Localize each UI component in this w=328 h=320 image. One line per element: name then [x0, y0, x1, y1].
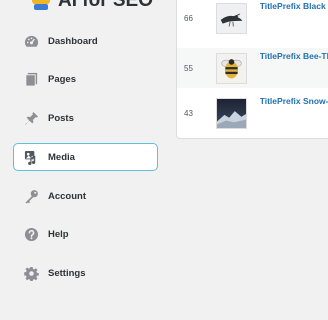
media-table: 66 TitlePrefix Black A 55 TitlePrefix Be… — [176, 0, 328, 139]
media-title-link[interactable]: TitlePrefix Black A — [260, 1, 328, 11]
bee-thumbnail[interactable] — [215, 52, 247, 84]
table-row[interactable]: 66 TitlePrefix Black A — [177, 0, 328, 38]
sidebar-item-label: Dashboard — [48, 35, 98, 47]
dashboard-icon — [24, 34, 39, 49]
sidebar-item-media[interactable]: Media — [13, 143, 158, 172]
sidebar-menu: Dashboard Pages Posts Media Account Help — [13, 27, 158, 299]
sidebar-item-settings[interactable]: Settings — [13, 260, 158, 288]
key-icon — [24, 189, 39, 204]
robot-logo-icon — [32, 0, 50, 10]
media-title-link[interactable]: TitlePrefix Bee-Th — [260, 51, 328, 61]
black-bird-thumbnail[interactable] — [215, 2, 247, 34]
sidebar-item-account[interactable]: Account — [13, 182, 158, 210]
media-title-link[interactable]: TitlePrefix Snow-C — [260, 96, 328, 106]
brand-name: AI for SEO — [58, 0, 154, 11]
sidebar-item-posts[interactable]: Posts — [13, 105, 158, 133]
media-icon — [24, 150, 39, 165]
sidebar-item-label: Help — [48, 229, 69, 241]
media-id: 66 — [184, 13, 193, 23]
pin-icon — [24, 111, 39, 126]
sidebar-item-dashboard[interactable]: Dashboard — [13, 27, 158, 55]
media-id: 43 — [184, 108, 193, 118]
snowy-mountain-thumbnail[interactable] — [215, 97, 247, 129]
sidebar-item-label: Settings — [48, 268, 86, 280]
table-row[interactable]: 43 TitlePrefix Snow-C — [177, 93, 328, 133]
brand: AI for SEO — [30, 0, 153, 11]
help-icon — [24, 227, 39, 242]
sidebar-item-label: Pages — [48, 74, 76, 86]
sidebar-item-label: Posts — [48, 113, 74, 125]
gear-icon — [24, 266, 39, 282]
table-row[interactable]: 55 TitlePrefix Bee-Th — [177, 48, 328, 88]
pages-icon — [24, 72, 39, 87]
sidebar-item-help[interactable]: Help — [13, 221, 158, 249]
sidebar-item-label: Account — [48, 190, 86, 202]
media-id: 55 — [184, 63, 193, 73]
sidebar-item-label: Media — [48, 151, 75, 163]
sidebar-item-pages[interactable]: Pages — [13, 66, 158, 94]
